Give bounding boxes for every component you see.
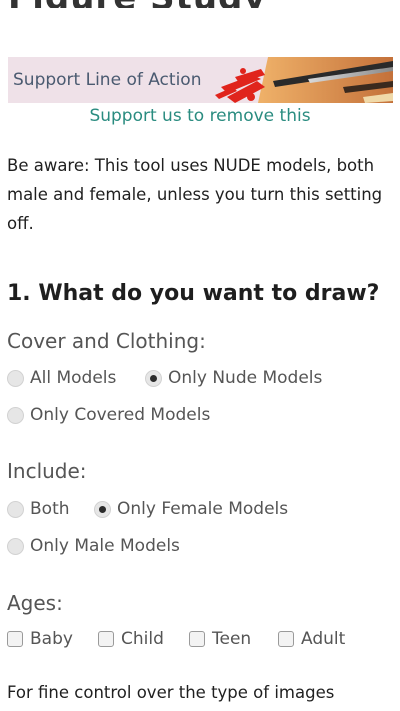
radio-only-covered-models[interactable]: Only Covered Models <box>7 405 210 425</box>
support-banner-label: Support Line of Action <box>13 70 202 90</box>
support-remove-link[interactable]: Support us to remove this <box>0 106 400 126</box>
page-title-fragment: Figure Study <box>0 0 400 8</box>
radio-button-selected[interactable] <box>94 500 111 518</box>
radio-button-selected[interactable] <box>145 369 162 387</box>
checkbox[interactable] <box>189 631 205 647</box>
checkbox-teen[interactable]: Teen <box>189 629 251 649</box>
radio-button[interactable] <box>7 369 24 387</box>
include-label: Include: <box>7 459 87 483</box>
radio-label: Only Male Models <box>30 536 180 556</box>
checkbox-label: Child <box>121 629 164 649</box>
radio-label: Only Covered Models <box>30 405 211 425</box>
checkbox-baby[interactable]: Baby <box>7 629 73 649</box>
radio-label: Both <box>30 499 70 519</box>
radio-label: All Models <box>30 368 117 388</box>
support-banner[interactable]: Support Line of Action <box>8 57 393 103</box>
checkbox-label: Teen <box>212 629 252 649</box>
radio-both[interactable]: Both <box>7 499 70 519</box>
checkbox-label: Adult <box>301 629 346 649</box>
radio-only-male-models[interactable]: Only Male Models <box>7 536 180 556</box>
radio-button[interactable] <box>7 537 24 555</box>
radio-button[interactable] <box>7 500 24 518</box>
radio-label: Only Female Models <box>117 499 289 519</box>
radio-only-female-models[interactable]: Only Female Models <box>94 499 288 519</box>
checkbox-label: Baby <box>30 629 73 649</box>
checkbox-adult[interactable]: Adult <box>278 629 345 649</box>
art-supplies-image <box>213 57 393 103</box>
radio-button[interactable] <box>7 406 24 424</box>
radio-all-models[interactable]: All Models <box>7 368 116 388</box>
ages-label: Ages: <box>7 591 63 615</box>
fine-control-text: For fine control over the type of images <box>7 683 335 702</box>
checkbox[interactable] <box>98 631 114 647</box>
checkbox[interactable] <box>7 631 23 647</box>
radio-only-nude-models[interactable]: Only Nude Models <box>145 368 322 388</box>
radio-label: Only Nude Models <box>168 368 323 388</box>
checkbox-child[interactable]: Child <box>98 629 164 649</box>
nudity-warning: Be aware: This tool uses NUDE models, bo… <box>7 156 383 233</box>
checkbox[interactable] <box>278 631 294 647</box>
cover-clothing-label: Cover and Clothing: <box>7 329 206 353</box>
section-heading: 1. What do you want to draw? <box>7 281 380 306</box>
page-title-partial: Figure Study <box>8 0 267 8</box>
